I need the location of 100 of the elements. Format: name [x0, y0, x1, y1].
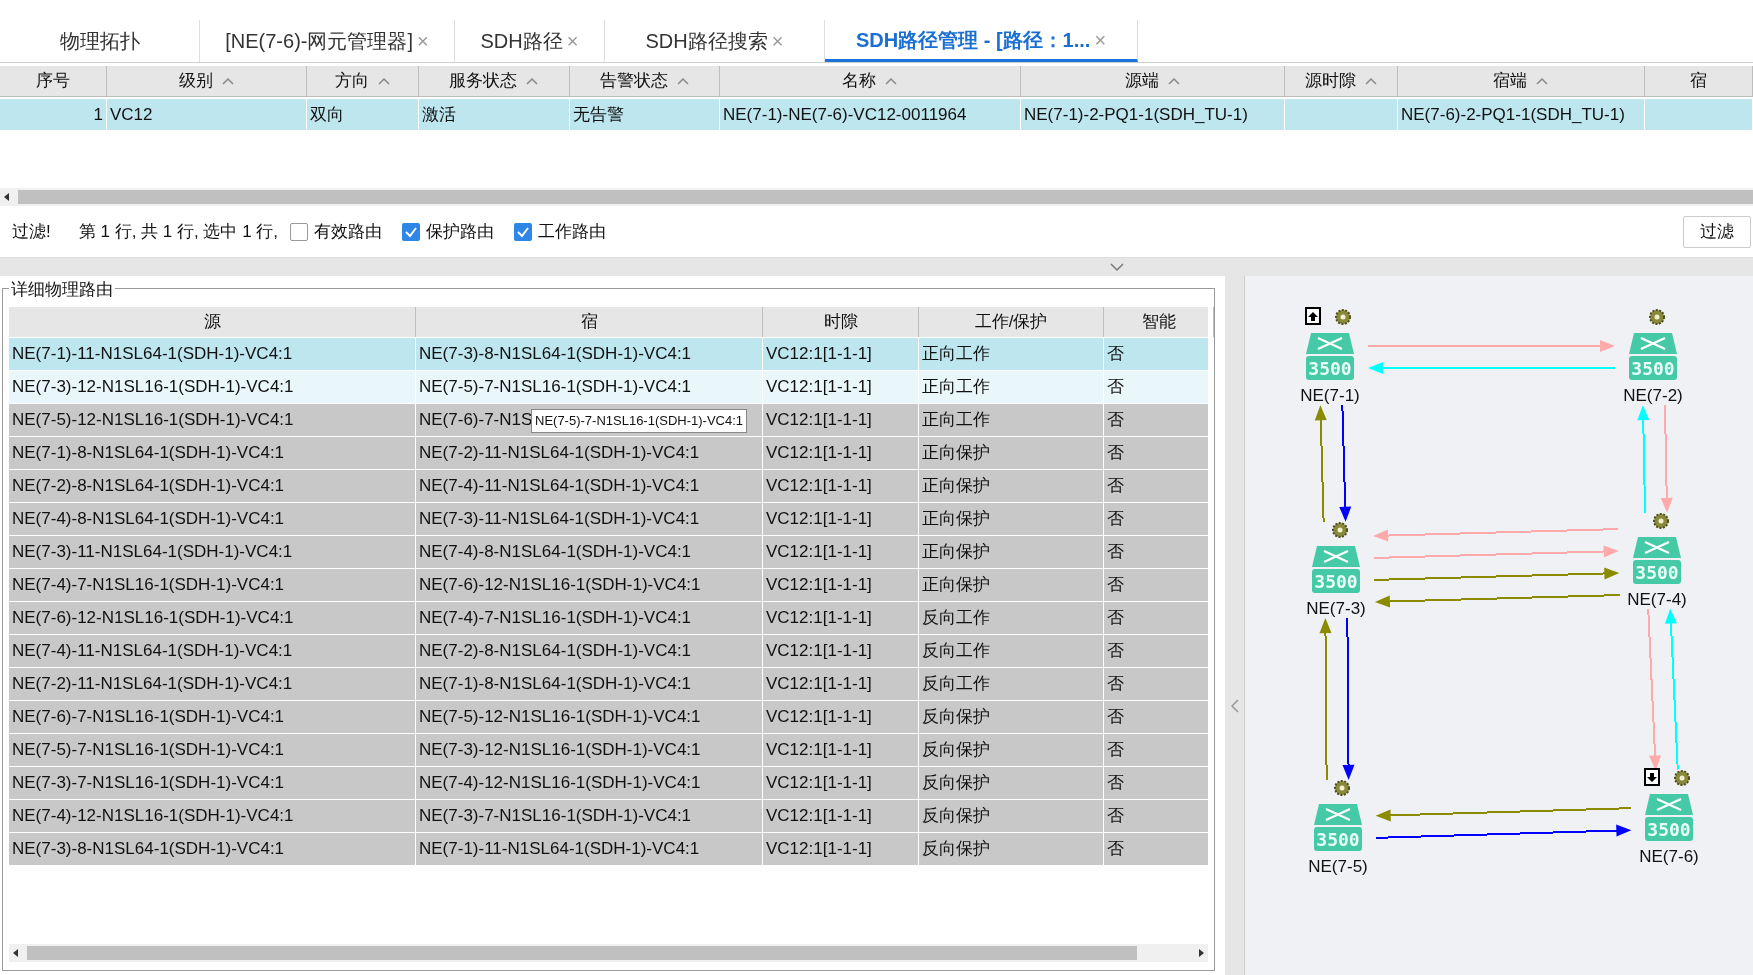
table-cell-text: VC12:1[1-1-1] [766, 343, 872, 366]
table-cell-text: 否 [1107, 607, 1124, 630]
table-cell-text: 反向工作 [922, 640, 990, 663]
scrollbar[interactable] [0, 188, 1753, 206]
sort-caret-icon [525, 76, 539, 86]
filter-status: 过滤! [12, 220, 51, 243]
filter-button[interactable]: 过滤 [1683, 215, 1751, 248]
node-label: NE(7-1) [1300, 386, 1360, 405]
column-header[interactable]: 源时隙 [1285, 66, 1398, 96]
table-cell-text: NE(7-1)-11-N1SL64-1(SDH-1)-VC4:1 [12, 343, 293, 366]
network-switch-icon [1645, 794, 1693, 841]
table-cell-text: NE(7-2)-11-N1SL64-1(SDH-1)-VC4:1 [419, 442, 700, 465]
column-header[interactable]: 告警状态 [570, 66, 720, 96]
collapse-icon[interactable] [1229, 697, 1240, 714]
table-cell-text: NE(7-4)-7-N1SL16-1(SDH-1)-VC4:1 [419, 607, 692, 630]
table-cell-text: 正向工作 [922, 343, 990, 366]
checkbox[interactable] [402, 222, 421, 241]
table-cell-text: NE(7-3)-11-N1SL64-1(SDH-1)-VC4:1 [12, 541, 293, 564]
table-cell-text: VC12:1[1-1-1] [766, 508, 872, 531]
table-cell-text: 双向 [310, 103, 344, 126]
table-cell-text: NE(7-3)-11-N1SL64-1(SDH-1)-VC4:1 [419, 508, 700, 531]
table-cell-text: VC12:1[1-1-1] [766, 706, 872, 729]
column-header[interactable]: 宿 [1645, 66, 1753, 96]
table-cell-text: NE(7-3)-8-N1SL64-1(SDH-1)-VC4:1 [419, 343, 692, 366]
sort-caret-icon [1166, 76, 1181, 86]
row-summary: 第 1 行, 共 1 行, 选中 1 行, [78, 220, 279, 243]
model-label: 3500 [1635, 562, 1679, 583]
table-cell-text: NE(7-4)-11-N1SL64-1(SDH-1)-VC4:1 [12, 640, 293, 663]
table-cell-text: 反向工作 [922, 607, 990, 630]
checkbox-label[interactable]: 保护路由 [426, 218, 495, 245]
table-cell-text: 否 [1107, 343, 1124, 366]
model-label: 3500 [1647, 819, 1691, 840]
table-cell-text: 否 [1107, 376, 1124, 399]
table-cell-text: NE(7-2)-11-N1SL64-1(SDH-1)-VC4:1 [12, 673, 293, 696]
table-cell-text: NE(7-3)-12-N1SL16-1(SDH-1)-VC4:1 [12, 376, 294, 399]
table-cell-text: VC12 [110, 103, 153, 126]
table-cell-text: 否 [1107, 805, 1124, 828]
table-cell-text: 反向保护 [922, 772, 990, 795]
table-cell-text: 无告警 [573, 103, 624, 126]
model-label: 3500 [1314, 571, 1358, 592]
table-cell-text: 反向保护 [922, 805, 990, 828]
table-cell-text: 否 [1107, 739, 1124, 762]
column-header[interactable]: 宿端 [1398, 66, 1645, 96]
table-cell-text: NE(7-1)-8-N1SL64-1(SDH-1)-VC4:1 [419, 673, 692, 696]
table-cell-text: VC12:1[1-1-1] [766, 607, 872, 630]
table-cell-text: VC12:1[1-1-1] [766, 574, 872, 597]
gear-icon [1335, 309, 1351, 325]
model-label: 3500 [1316, 829, 1360, 850]
table-cell-text: 激活 [422, 103, 456, 126]
table-cell-text: 否 [1107, 673, 1124, 696]
table-cell-text: VC12:1[1-1-1] [766, 409, 872, 432]
table-cell-text: VC12:1[1-1-1] [766, 541, 872, 564]
checkbox[interactable] [290, 222, 309, 241]
table-cell-text: VC12:1[1-1-1] [766, 376, 872, 399]
column-header[interactable]: 服务状态 [419, 66, 570, 96]
column-header[interactable]: 源端 [1021, 66, 1285, 96]
node-label: NE(7-2) [1623, 386, 1683, 405]
table-cell-text: NE(7-4)-7-N1SL16-1(SDH-1)-VC4:1 [12, 574, 285, 597]
table-cell-text: 正向保护 [922, 541, 990, 564]
table-cell-text: VC12:1[1-1-1] [766, 838, 872, 861]
column-header[interactable]: 级别 [107, 66, 307, 96]
table-cell-text: 否 [1107, 409, 1124, 432]
table-cell-text: NE(7-5)-12-N1SL16-1(SDH-1)-VC4:1 [12, 409, 294, 432]
gear-icon [1674, 770, 1690, 786]
table-cell-text: 否 [1107, 640, 1124, 663]
sort-caret-icon [675, 76, 690, 86]
scrollbar[interactable] [9, 944, 1208, 962]
table-cell-text: 否 [1107, 508, 1124, 531]
collapse-icon[interactable] [1108, 262, 1125, 272]
tab[interactable]: SDH路径管理 - [路径：1... × [825, 20, 1138, 62]
table-cell-text: 反向工作 [922, 673, 990, 696]
table-row[interactable]: 1 VC12 双向 激活 无告警 NE(7-1)-NE(7-6)-VC12-0011964 NE(7-1)-2-PQ1-1(SDH_TU-1) NE(7-6)-2-PQ1-1(SDH_TU-1) [0, 99, 1753, 130]
table-cell-text: NE(7-6)-12-N1SL16-1(SDH-1)-VC4:1 [12, 607, 294, 630]
table-cell-text: VC12:1[1-1-1] [766, 475, 872, 498]
table-cell-text: 否 [1107, 541, 1124, 564]
table-cell-text: 正向保护 [922, 442, 990, 465]
model-label: 3500 [1631, 358, 1675, 379]
table-cell-text: NE(7-4)-8-N1SL64-1(SDH-1)-VC4:1 [12, 508, 285, 531]
column-header[interactable]: 方向 [307, 66, 419, 96]
table-cell-text: 否 [1107, 574, 1124, 597]
network-switch-icon [1312, 546, 1360, 593]
table-cell-text: 反向保护 [922, 706, 990, 729]
gear-icon [1334, 780, 1350, 796]
table-cell-text: VC12:1[1-1-1] [766, 640, 872, 663]
sort-caret-icon [220, 76, 235, 86]
node-label: NE(7-6) [1639, 847, 1699, 866]
table-cell-text: VC12:1[1-1-1] [766, 739, 872, 762]
table-cell-text: NE(7-5)-7-N1SL16-1(SDH-1)-VC4:1 [419, 376, 692, 399]
sort-caret-icon [884, 76, 898, 86]
column-header[interactable]: 名称 [720, 66, 1021, 96]
checkbox-label[interactable]: 有效路由 [314, 218, 383, 245]
table-cell-text: NE(7-1)-8-N1SL64-1(SDH-1)-VC4:1 [12, 442, 285, 465]
sort-caret-icon [1535, 76, 1549, 86]
table-cell-text: 否 [1107, 838, 1124, 861]
checkbox-label[interactable]: 工作路由 [538, 218, 607, 245]
node-label: NE(7-5) [1308, 857, 1368, 876]
checkbox[interactable] [514, 222, 533, 241]
table-cell-text: NE(7-3)-7-N1SL16-1(SDH-1)-VC4:1 [12, 772, 285, 795]
column-header[interactable]: 序号 [0, 66, 107, 96]
table-cell-text: NE(7-3)-8-N1SL64-1(SDH-1)-VC4:1 [12, 838, 285, 861]
